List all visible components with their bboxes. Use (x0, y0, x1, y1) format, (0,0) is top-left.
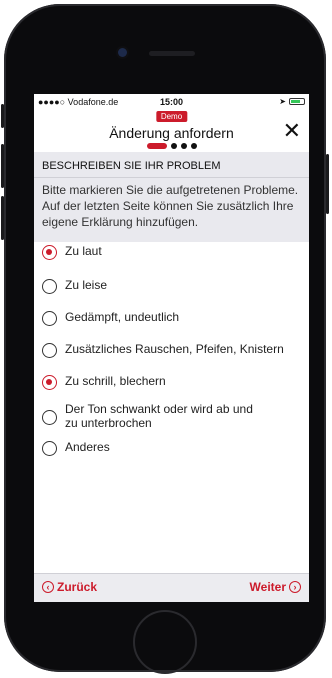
back-label: Zurück (57, 580, 98, 594)
front-camera (118, 48, 127, 57)
option-label: Zu laut (65, 244, 102, 258)
option-label: Gedämpft, undeutlich (65, 310, 180, 324)
back-button[interactable]: ‹ Zurück (42, 580, 97, 594)
progress-step (190, 143, 197, 149)
progress-step (180, 143, 187, 149)
section-description: Bitte markieren Sie die aufgetretenen Pr… (42, 183, 299, 229)
divider (34, 177, 309, 178)
page-title: Änderung anfordern (109, 125, 234, 141)
radio-unselected-icon[interactable] (42, 441, 57, 456)
problem-info-panel: BESCHREIBEN SIE IHR PROBLEM Bitte markie… (34, 152, 309, 242)
bottom-navigation: ‹ Zurück Weiter › (34, 573, 309, 602)
option-ton-schwankt[interactable]: Der Ton schwankt oder wird ab und zu unt… (42, 402, 303, 430)
app-screen: ●●●●○ Vodafone.de 15:00 ➤ Demo Änderung … (34, 94, 309, 602)
volume-down-button (1, 196, 4, 240)
demo-badge: Demo (155, 111, 188, 122)
option-zu-laut[interactable]: Zu laut (42, 244, 303, 260)
power-button (326, 154, 329, 214)
radio-unselected-icon[interactable] (42, 343, 57, 358)
earpiece-speaker (149, 51, 195, 56)
close-icon[interactable]: ✕ (283, 120, 301, 142)
option-zu-schrill[interactable]: Zu schrill, blechern (42, 374, 303, 390)
option-zu-leise[interactable]: Zu leise (42, 278, 303, 294)
location-icon: ➤ (279, 97, 286, 106)
option-label: Der Ton schwankt oder wird ab und zu unt… (65, 402, 253, 430)
next-label: Weiter (249, 580, 286, 594)
option-anderes[interactable]: Anderes (42, 440, 303, 456)
mute-switch (1, 104, 4, 128)
phone-frame: ●●●●○ Vodafone.de 15:00 ➤ Demo Änderung … (1, 4, 329, 674)
chevron-left-icon: ‹ (42, 581, 54, 593)
option-label: Zusätzliches Rauschen, Pfeifen, Knistern (65, 342, 284, 356)
option-label: Zu schrill, blechern (65, 374, 166, 388)
progress-step (170, 143, 177, 149)
section-title: BESCHREIBEN SIE IHR PROBLEM (42, 160, 221, 172)
chevron-right-icon: › (289, 581, 301, 593)
radio-unselected-icon[interactable] (42, 311, 57, 326)
radio-selected-icon[interactable] (42, 375, 57, 390)
step-progress (146, 143, 197, 149)
progress-step-active (146, 143, 167, 149)
status-right: ➤ (279, 97, 305, 106)
status-bar: ●●●●○ Vodafone.de 15:00 ➤ (34, 94, 309, 112)
radio-unselected-icon[interactable] (42, 410, 57, 425)
volume-up-button (1, 144, 4, 188)
option-label: Zu leise (65, 278, 108, 292)
option-gedaempft[interactable]: Gedämpft, undeutlich (42, 310, 303, 326)
radio-unselected-icon[interactable] (42, 279, 57, 294)
option-rauschen[interactable]: Zusätzliches Rauschen, Pfeifen, Knistern (42, 342, 303, 358)
radio-selected-icon[interactable] (42, 245, 57, 260)
battery-icon (289, 98, 305, 105)
status-time: 15:00 (159, 97, 184, 107)
home-button[interactable] (133, 610, 197, 674)
option-label: Anderes (65, 440, 110, 454)
next-button[interactable]: Weiter › (250, 580, 301, 594)
